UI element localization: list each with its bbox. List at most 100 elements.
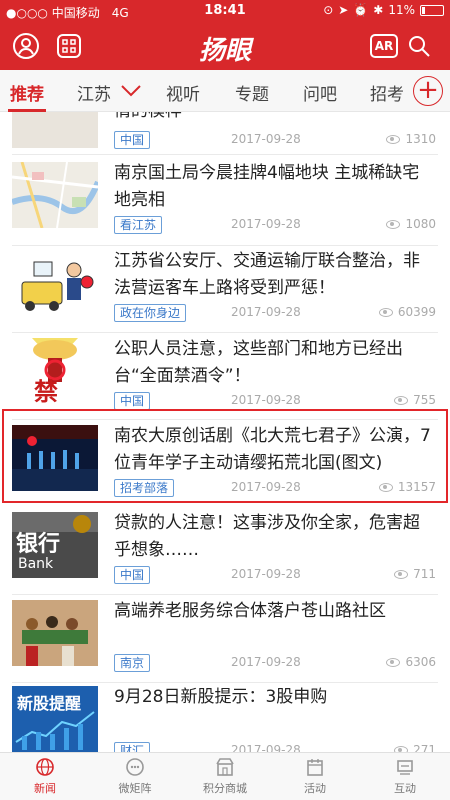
news-date: 2017-09-28 [231, 217, 301, 231]
globe-icon [36, 758, 54, 776]
eye-icon [394, 569, 409, 579]
tab-jiangsu[interactable]: 江苏 [77, 80, 111, 105]
news-meta: 中国 2017-09-28 1310 [114, 131, 436, 149]
nav-label: 微矩阵 [118, 782, 152, 795]
bluetooth-icon: ✱ [373, 3, 384, 17]
ar-button[interactable]: AR [370, 32, 398, 60]
selection-highlight [2, 409, 448, 503]
nav-label: 新闻 [34, 782, 56, 795]
nav-events[interactable]: 活动 [270, 757, 360, 796]
divider [12, 594, 438, 595]
news-thumbnail [12, 252, 98, 318]
news-title: 公职人员注意，这些部门和地方已经出台“全面禁酒令”！ [114, 339, 403, 386]
news-thumbnail [12, 162, 98, 228]
news-date: 2017-09-28 [231, 743, 301, 752]
eye-icon [386, 134, 401, 144]
lock-rotation-icon: ⊙ [323, 3, 334, 17]
list-item[interactable]: 南京国土局今晨挂牌4幅地块 主城稀缺宅地亮相 看江苏 2017-09-28 10… [0, 160, 450, 244]
news-title: 9月28日新股提示：3股申购 [114, 687, 328, 707]
news-thumbnail [12, 600, 98, 666]
eye-icon [386, 657, 401, 667]
tab-ask[interactable]: 问吧 [303, 80, 337, 105]
news-date: 2017-09-28 [231, 393, 301, 407]
chevron-down-icon[interactable] [120, 83, 142, 102]
news-tag[interactable]: 南京 [114, 654, 151, 672]
news-date: 2017-09-28 [231, 132, 301, 146]
news-thumbnail: 银行 Bank [12, 512, 98, 578]
list-item[interactable]: 银行 Bank 贷款的人注意！这事涉及你全家，危害超乎想象…… 中国 2017-… [0, 510, 450, 594]
news-title: 高端养老服务综合体落户苍山路社区 [114, 601, 386, 621]
divider [12, 332, 438, 333]
news-tag[interactable]: 中国 [114, 392, 151, 410]
thumbnail-caption: 银行 [16, 532, 61, 557]
news-title: 南京国土局今晨挂牌4幅地块 主城稀缺宅地亮相 [114, 163, 420, 210]
news-meta: 财汇 2017-09-28 271 [114, 742, 436, 752]
nav-label: 互动 [394, 782, 416, 795]
news-tag[interactable]: 政在你身边 [114, 304, 187, 322]
news-meta: 南京 2017-09-28 6306 [114, 654, 436, 672]
view-count: 6306 [405, 655, 436, 669]
list-item[interactable]: 新股提醒 9月28日新股提示：3股申购 财汇 2017-09-28 271 [0, 686, 450, 752]
ar-icon: AR [370, 34, 398, 58]
list-item[interactable]: 禁 令 公职人员注意，这些部门和地方已经出台“全面禁酒令”！ 中国 2017-0… [0, 336, 450, 420]
nav-matrix[interactable]: 微矩阵 [90, 757, 180, 796]
tab-topics[interactable]: 专题 [235, 80, 269, 105]
nav-shop[interactable]: 积分商城 [180, 757, 270, 796]
news-meta: 政在你身边 2017-09-28 60399 [114, 304, 436, 322]
news-tag[interactable]: 中国 [114, 131, 151, 149]
location-icon: ➤ [338, 3, 349, 17]
tab-video[interactable]: 视听 [166, 80, 200, 105]
view-count: 1080 [405, 217, 436, 231]
news-thumbnail: 禁 令 [12, 338, 98, 404]
thumbnail-subcaption: Bank [18, 556, 54, 572]
status-bar: ●○○○ 中国移动 4G 18:41 ⊙ ➤ ⏰ ✱ 11% [0, 0, 450, 22]
divider [12, 682, 438, 683]
tab-recommend[interactable]: 推荐 [10, 80, 44, 105]
view-count: 1310 [405, 132, 436, 146]
news-date: 2017-09-28 [231, 567, 301, 581]
news-thumbnail: 新股提醒 [12, 686, 98, 752]
thumbnail-caption: 禁 令 [34, 378, 76, 404]
tab-exam[interactable]: 招考 [370, 80, 404, 105]
list-item[interactable]: 情的模样 中国 2017-09-28 1310 [0, 112, 450, 154]
news-tag[interactable]: 看江苏 [114, 216, 163, 234]
news-title: 情的模样 [114, 112, 436, 125]
news-meta: 中国 2017-09-28 755 [114, 392, 436, 410]
news-title: 贷款的人注意！这事涉及你全家，危害超乎想象…… [114, 513, 420, 560]
list-item[interactable]: 高端养老服务综合体落户苍山路社区 南京 2017-09-28 6306 [0, 598, 450, 682]
news-tag[interactable]: 财汇 [114, 742, 151, 752]
app-header: 扬眼 AR [0, 22, 450, 70]
news-date: 2017-09-28 [231, 655, 301, 669]
nav-label: 活动 [304, 782, 326, 795]
interact-icon [397, 760, 413, 775]
view-count: 755 [413, 393, 436, 407]
news-thumbnail [12, 112, 98, 148]
view-count: 60399 [397, 305, 436, 319]
eye-icon [378, 307, 393, 317]
list-item[interactable]: 江苏省公安厅、交通运输厅联合整治，非法营运客车上路将受到严惩！ 政在你身边 20… [0, 248, 450, 332]
eye-icon [386, 219, 401, 229]
alarm-icon: ⏰ [353, 3, 369, 17]
nav-interact[interactable]: 互动 [360, 757, 450, 796]
view-count: 711 [413, 567, 436, 581]
news-list: 情的模样 中国 2017-09-28 1310 南京国土局今晨挂牌4幅地块 主城… [0, 112, 450, 752]
divider [12, 245, 438, 246]
divider [12, 154, 438, 155]
nav-news[interactable]: 新闻 [0, 757, 90, 796]
chat-icon [126, 758, 144, 776]
news-date: 2017-09-28 [231, 305, 301, 319]
nav-label: 积分商城 [203, 782, 247, 795]
thumbnail-caption: 新股提醒 [17, 694, 82, 713]
battery-percent: 11% [388, 3, 415, 17]
news-meta: 中国 2017-09-28 711 [114, 566, 436, 584]
search-icon[interactable] [405, 32, 433, 60]
calendar-icon [307, 759, 323, 776]
eye-icon [394, 395, 409, 405]
news-meta: 看江苏 2017-09-28 1080 [114, 216, 436, 234]
add-tab-icon[interactable]: + [413, 76, 443, 106]
category-tabs: 推荐 江苏 视听 专题 问吧 招考 + [0, 70, 450, 112]
news-title: 江苏省公安厅、交通运输厅联合整治，非法营运客车上路将受到严惩！ [114, 251, 420, 298]
shop-icon [216, 758, 234, 776]
bottom-nav: 新闻 微矩阵 积分商城 活动 互动 [0, 752, 450, 800]
news-tag[interactable]: 中国 [114, 566, 151, 584]
